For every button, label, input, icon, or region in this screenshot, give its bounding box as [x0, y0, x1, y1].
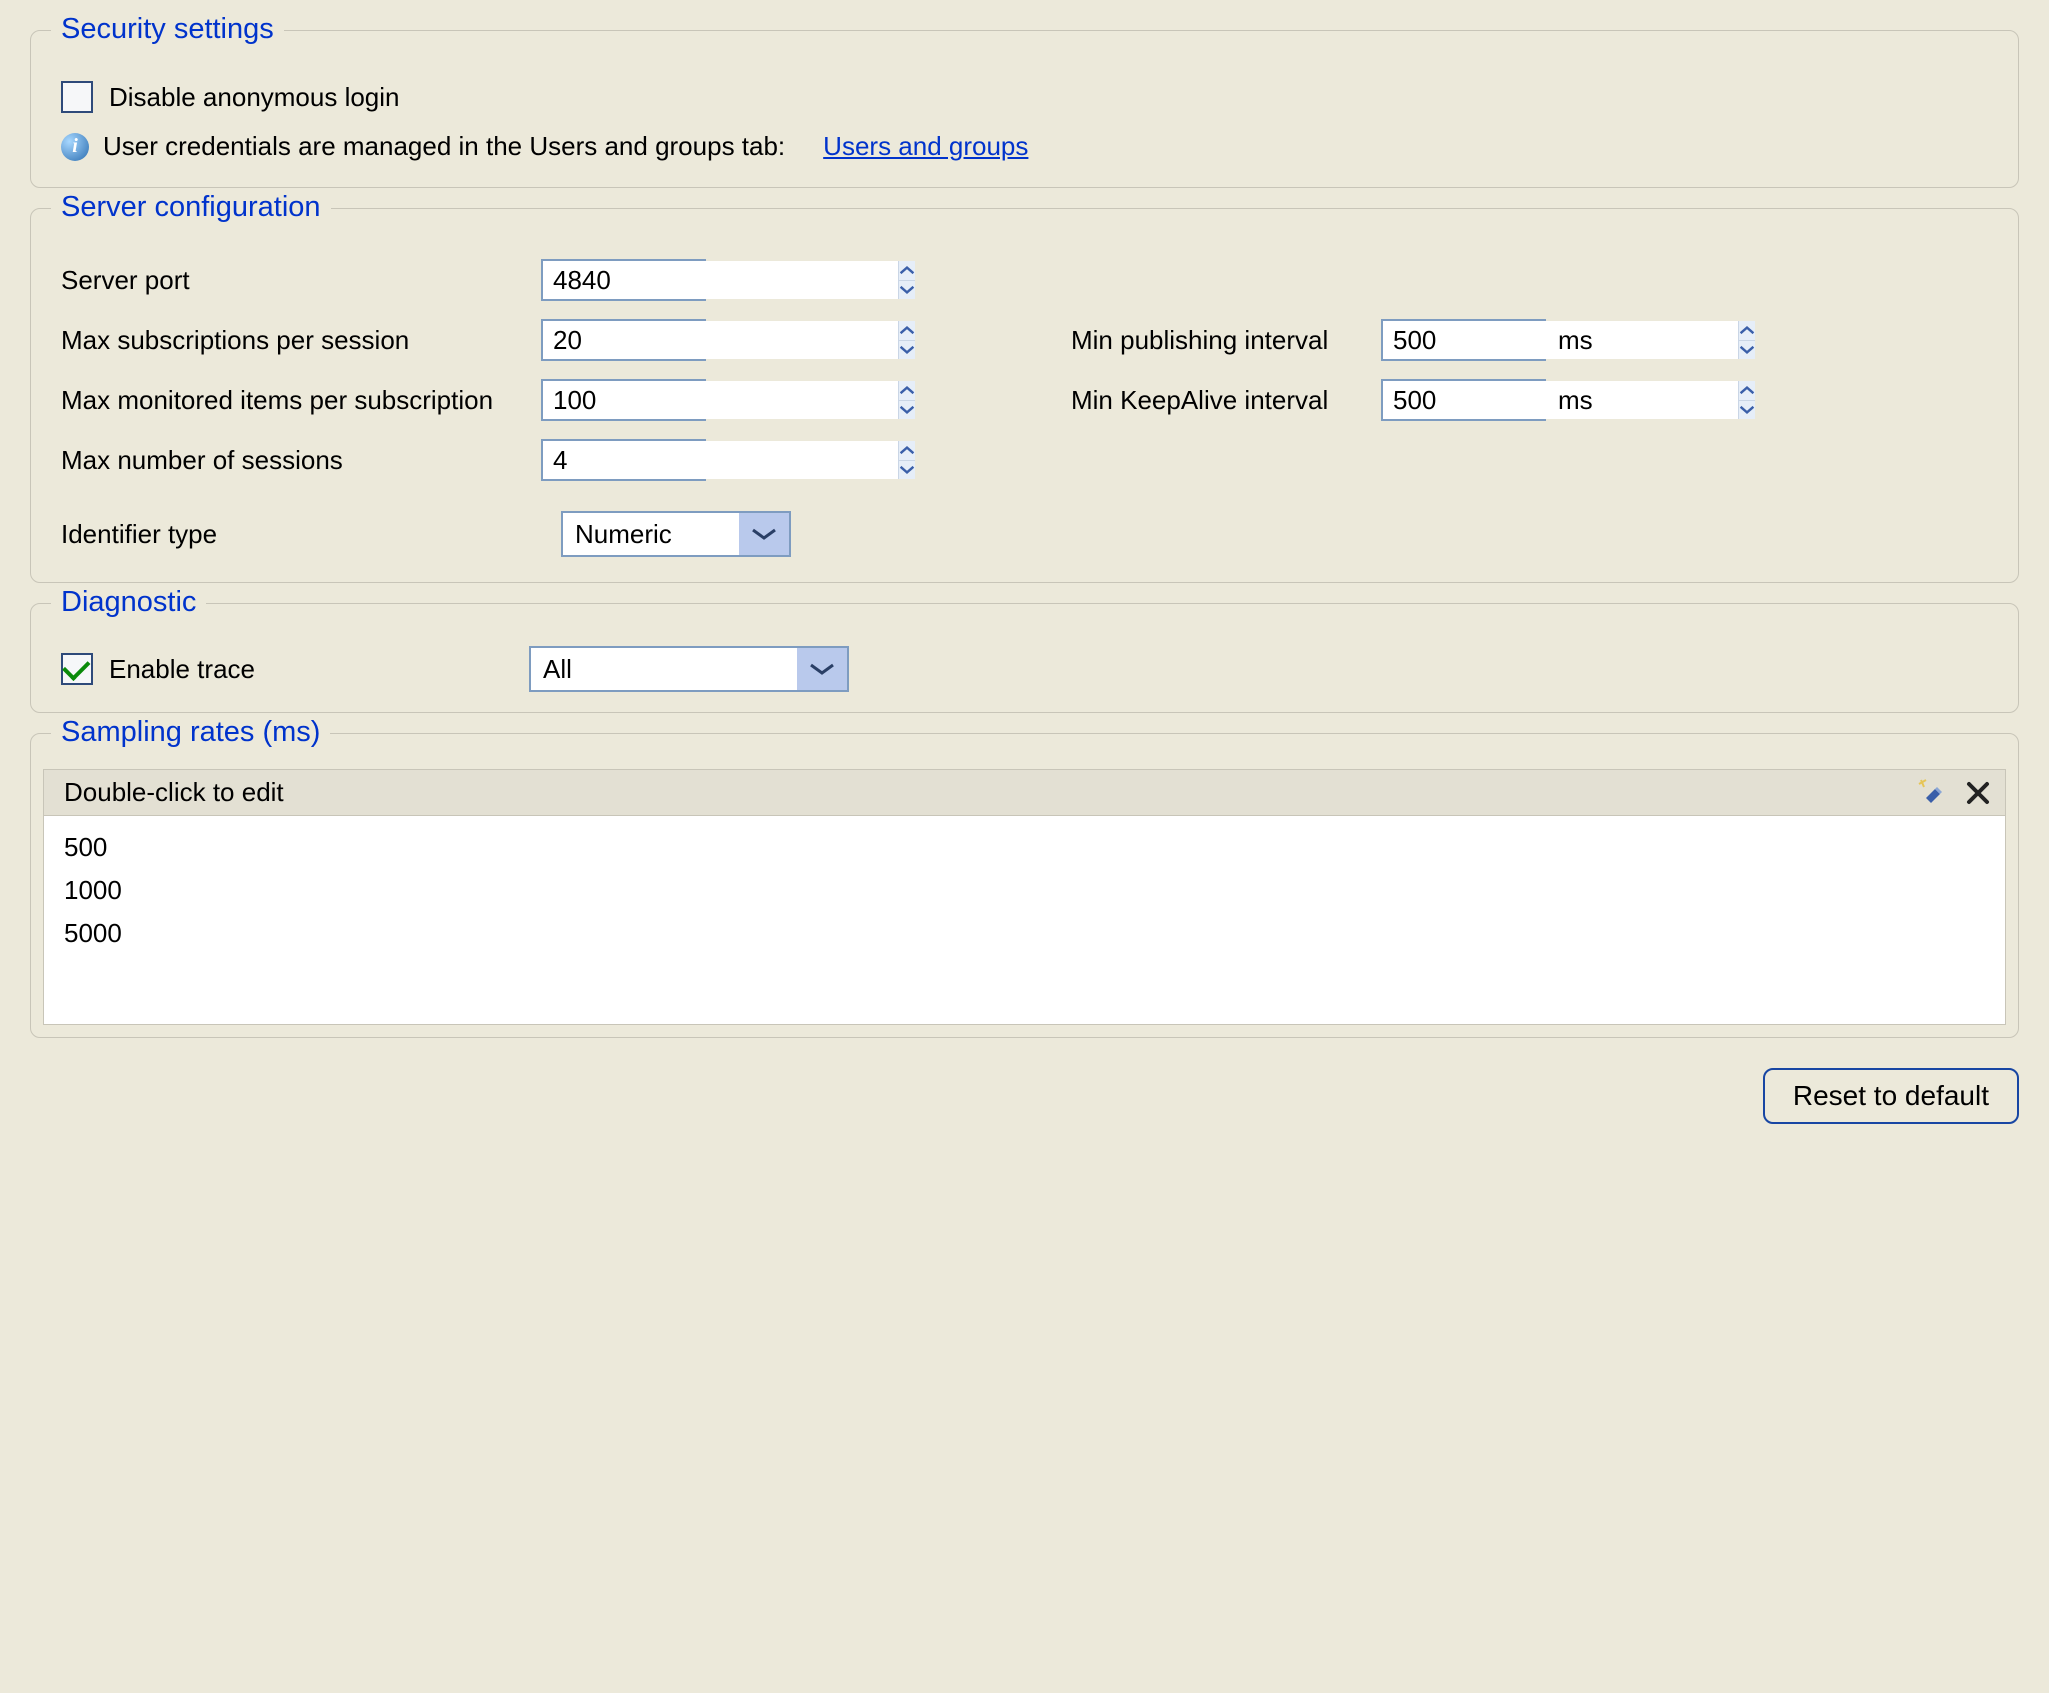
max-sessions-spinner[interactable] [541, 439, 706, 481]
max-sessions-input[interactable] [543, 441, 898, 479]
users-and-groups-link[interactable]: Users and groups [823, 131, 1028, 162]
add-rate-icon[interactable] [1913, 776, 1947, 810]
security-settings-group: Security settings Disable anonymous logi… [30, 30, 2019, 188]
server-configuration-group: Server configuration Server port Max sub… [30, 208, 2019, 583]
info-icon: i [61, 133, 89, 161]
credentials-info-row: i User credentials are managed in the Us… [61, 131, 1988, 162]
min-pub-label: Min publishing interval [1071, 325, 1381, 356]
sampling-rate-item[interactable]: 1000 [64, 869, 1985, 912]
disable-anonymous-row: Disable anonymous login [61, 81, 1988, 113]
max-subs-input[interactable] [543, 321, 898, 359]
sampling-rates-title: Sampling rates (ms) [51, 716, 330, 749]
sampling-rate-item[interactable]: 5000 [64, 912, 1985, 955]
diagnostic-title: Diagnostic [51, 586, 206, 619]
security-settings-title: Security settings [51, 13, 284, 46]
min-keep-label: Min KeepAlive interval [1071, 385, 1381, 416]
max-sessions-up[interactable] [899, 441, 915, 460]
diagnostic-group: Diagnostic Enable trace All [30, 603, 2019, 713]
trace-level-chevron[interactable] [797, 648, 847, 690]
sampling-hint: Double-click to edit [64, 777, 1913, 808]
sampling-rates-list[interactable]: 500 1000 5000 [43, 815, 2006, 1025]
max-sessions-label: Max number of sessions [61, 445, 541, 476]
max-subs-up[interactable] [899, 321, 915, 340]
sampling-rate-item[interactable]: 500 [64, 826, 1985, 869]
server-port-down[interactable] [899, 280, 915, 300]
sampling-rates-group: Sampling rates (ms) Double-click to edit [30, 733, 2019, 1038]
disable-anonymous-checkbox[interactable] [61, 81, 93, 113]
min-pub-spinner[interactable] [1381, 319, 1546, 361]
reset-to-default-button[interactable]: Reset to default [1763, 1068, 2019, 1124]
min-pub-unit: ms [1546, 325, 1596, 356]
delete-rate-icon[interactable] [1961, 776, 1995, 810]
disable-anonymous-label: Disable anonymous login [109, 82, 400, 113]
enable-trace-label: Enable trace [109, 654, 255, 685]
sampling-header: Double-click to edit [43, 769, 2006, 815]
credentials-info-text: User credentials are managed in the User… [103, 131, 785, 162]
min-keep-spinner[interactable] [1381, 379, 1546, 421]
max-items-label: Max monitored items per subscription [61, 385, 541, 416]
trace-level-value: All [531, 648, 797, 690]
identifier-type-value: Numeric [563, 513, 739, 555]
max-subs-down[interactable] [899, 340, 915, 360]
server-port-input[interactable] [543, 261, 898, 299]
max-subs-label: Max subscriptions per session [61, 325, 541, 356]
server-configuration-title: Server configuration [51, 191, 331, 224]
trace-level-dropdown[interactable]: All [529, 646, 849, 692]
server-port-spinner[interactable] [541, 259, 706, 301]
server-port-label: Server port [61, 265, 541, 296]
max-items-spinner[interactable] [541, 379, 706, 421]
min-pub-up[interactable] [1739, 321, 1755, 340]
enable-trace-checkbox[interactable] [61, 653, 93, 685]
min-keep-up[interactable] [1739, 381, 1755, 400]
max-items-down[interactable] [899, 400, 915, 420]
min-keep-unit: ms [1546, 385, 1596, 416]
max-items-input[interactable] [543, 381, 898, 419]
min-keep-down[interactable] [1739, 400, 1755, 420]
server-port-up[interactable] [899, 261, 915, 280]
identifier-type-label: Identifier type [61, 519, 541, 550]
max-subs-spinner[interactable] [541, 319, 706, 361]
min-pub-down[interactable] [1739, 340, 1755, 360]
identifier-type-dropdown[interactable]: Numeric [561, 511, 791, 557]
max-items-up[interactable] [899, 381, 915, 400]
identifier-type-chevron[interactable] [739, 513, 789, 555]
max-sessions-down[interactable] [899, 460, 915, 480]
